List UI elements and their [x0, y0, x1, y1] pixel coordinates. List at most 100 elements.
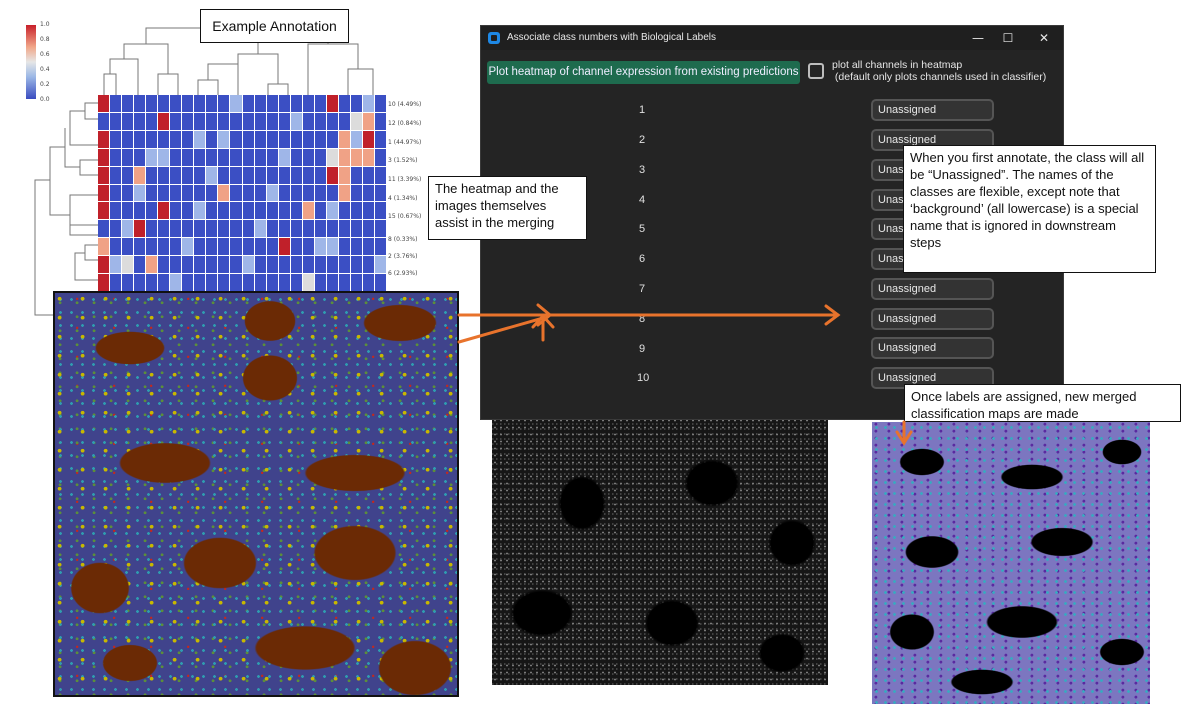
heatmap-row-label: 10 (4.49%) [388, 101, 422, 108]
heatmap-cell [98, 95, 110, 112]
heatmap-cell [254, 220, 266, 238]
heatmap-cell [158, 95, 170, 112]
heatmap-cell [98, 202, 110, 220]
class-label-field[interactable]: Unassigned [871, 278, 994, 300]
heatmap-cell [206, 112, 218, 130]
heatmap-cell [110, 220, 122, 238]
heatmap-cell [350, 220, 362, 238]
heatmap-cell [158, 274, 170, 291]
heatmap-cell [158, 220, 170, 238]
app-icon [488, 32, 500, 44]
heatmap-cell [266, 220, 278, 238]
heatmap-cell [338, 238, 350, 256]
heatmap-cell [170, 256, 182, 274]
heatmap-cell [350, 95, 362, 112]
heatmap-cell [194, 148, 206, 166]
heatmap-grid [98, 95, 386, 291]
heatmap-cell [278, 274, 290, 291]
heatmap-cell [290, 220, 302, 238]
heatmap-cell [194, 166, 206, 184]
heatmap-cell [374, 202, 386, 220]
class-label-field[interactable]: Unassigned [871, 99, 994, 121]
heatmap-cell [326, 220, 338, 238]
colorbar-tick: 0.8 [40, 36, 50, 43]
heatmap-cell [302, 112, 314, 130]
heatmap-cell [206, 130, 218, 148]
heatmap-cell [278, 202, 290, 220]
minimize-button[interactable]: — [961, 26, 995, 50]
class-label-field[interactable]: Unassigned [871, 337, 994, 359]
class-number: 7 [638, 283, 646, 295]
heatmap-cell [122, 220, 134, 238]
colorbar-tick: 0.4 [40, 66, 50, 73]
heatmap-cell [338, 166, 350, 184]
heatmap-cell [146, 238, 158, 256]
heatmap-cell [302, 238, 314, 256]
heatmap-cell [314, 256, 326, 274]
heatmap-cell [158, 166, 170, 184]
heatmap-cell [254, 238, 266, 256]
heatmap-cell [170, 95, 182, 112]
heatmap-cell [218, 130, 230, 148]
heatmap-cell [206, 95, 218, 112]
heatmap-cell [362, 220, 374, 238]
heatmap-cell [290, 256, 302, 274]
close-button[interactable]: ✕ [1027, 26, 1061, 50]
heatmap-cell [230, 166, 242, 184]
heatmap-cell [374, 274, 386, 291]
heatmap-cell [134, 202, 146, 220]
colorbar-tick: 1.0 [40, 21, 50, 28]
heatmap-cell [98, 238, 110, 256]
heatmap-cell [314, 184, 326, 202]
class-label-field[interactable]: Unassigned [871, 308, 994, 330]
heatmap-row-label: 2 (3.76%) [388, 253, 418, 260]
heatmap-cell [338, 184, 350, 202]
heatmap-cell [302, 166, 314, 184]
heatmap-cell [278, 184, 290, 202]
heatmap-cell [194, 202, 206, 220]
heatmap-cell [302, 220, 314, 238]
heatmap-cell [110, 256, 122, 274]
heatmap-row-label: 3 (1.52%) [388, 157, 418, 164]
heatmap-cell [206, 184, 218, 202]
heatmap-cell [266, 95, 278, 112]
heatmap-cell [242, 220, 254, 238]
heatmap-cell [290, 184, 302, 202]
maximize-button[interactable]: ☐ [991, 26, 1025, 50]
heatmap-cell [266, 256, 278, 274]
heatmap-cell [290, 166, 302, 184]
heatmap-cell [110, 148, 122, 166]
heatmap-cell [266, 130, 278, 148]
heatmap-cell [218, 256, 230, 274]
heatmap-cell [242, 184, 254, 202]
heatmap-cell [218, 148, 230, 166]
heatmap-cell [218, 274, 230, 291]
class-number: 9 [638, 343, 646, 355]
heatmap-cell [134, 274, 146, 291]
heatmap-cell [314, 238, 326, 256]
heatmap-cell [194, 130, 206, 148]
heatmap-cell [182, 112, 194, 130]
heatmap-cell [134, 220, 146, 238]
heatmap-cell [146, 202, 158, 220]
heatmap-cell [134, 166, 146, 184]
heatmap-cell [314, 166, 326, 184]
heatmap-row-label: 11 (3.39%) [388, 176, 422, 183]
heatmap-cell [374, 130, 386, 148]
heatmap-cell [242, 274, 254, 291]
heatmap-cell [110, 95, 122, 112]
heatmap-cell [326, 202, 338, 220]
heatmap-cell [338, 148, 350, 166]
heatmap-cell [122, 166, 134, 184]
heatmap-cell [122, 202, 134, 220]
heatmap-cell [374, 112, 386, 130]
heatmap-cell [110, 274, 122, 291]
heatmap-cell [170, 274, 182, 291]
heatmap-cell [218, 95, 230, 112]
heatmap-cell [350, 130, 362, 148]
heatmap-cell [170, 130, 182, 148]
plot-heatmap-button[interactable]: Plot heatmap of channel expression from … [487, 61, 800, 84]
plot-all-channels-checkbox[interactable] [808, 63, 824, 79]
heatmap-cell [254, 148, 266, 166]
class-number: 1 [638, 104, 646, 116]
